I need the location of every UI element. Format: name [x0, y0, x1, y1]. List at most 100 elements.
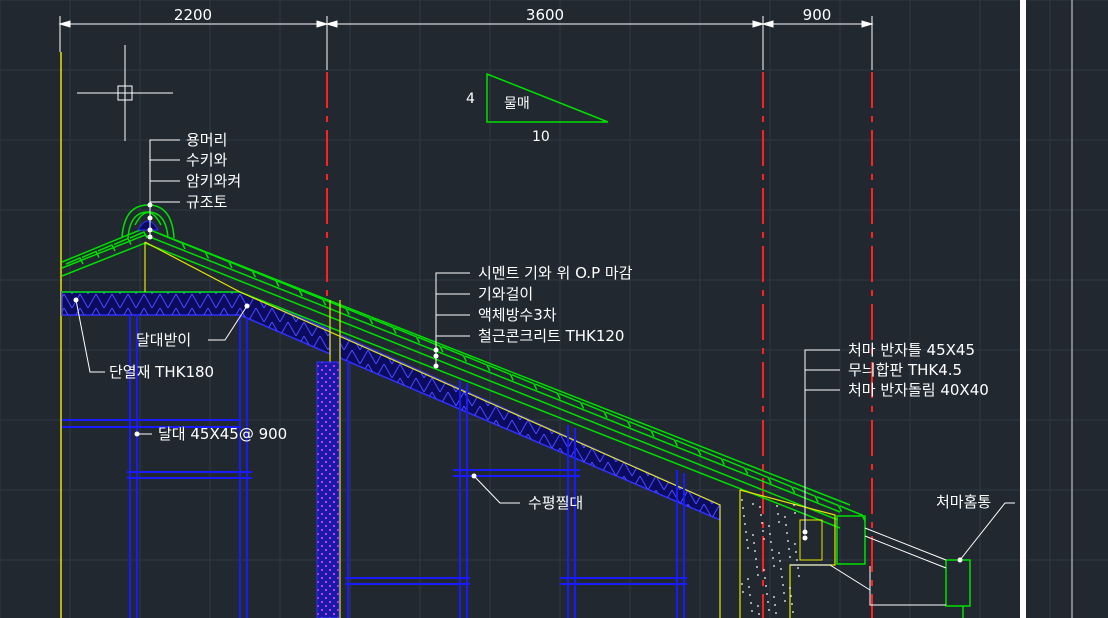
label-ridge-1: 수키와 — [186, 151, 228, 169]
speckle — [766, 593, 768, 595]
center-lines — [326, 72, 873, 618]
speckle — [778, 521, 780, 523]
speckle — [759, 506, 761, 508]
speckle — [796, 559, 798, 561]
speckle — [774, 604, 776, 606]
speckle — [743, 515, 745, 517]
speckle — [765, 585, 767, 587]
speckle — [749, 594, 751, 596]
speckle — [752, 503, 754, 505]
speckle — [763, 538, 765, 540]
label-ceiling-joist: 달대 45X45@ 900 — [158, 425, 287, 443]
speckle — [783, 592, 785, 594]
speckle — [744, 523, 746, 525]
speckle — [745, 531, 747, 533]
speckle — [773, 565, 775, 567]
speckle — [795, 551, 797, 553]
label-insulation: 단열재 THK180 — [109, 363, 214, 381]
label-roof-3: 철근콘크리트 THK120 — [478, 327, 624, 345]
speckle — [779, 560, 781, 562]
speckle — [754, 550, 756, 552]
slope-label: 물매 — [504, 96, 530, 112]
speckle — [785, 524, 787, 526]
ucs-cursor-icon — [77, 45, 173, 141]
frame-border — [1020, 0, 1026, 618]
column-hatch — [316, 361, 340, 618]
speckle — [753, 542, 755, 544]
label-ceiling-joist-hanger: 달대받이 — [136, 331, 191, 349]
speckle — [768, 609, 770, 611]
speckle — [742, 507, 744, 509]
speckle — [764, 577, 766, 579]
speckle — [798, 575, 800, 577]
speckle — [794, 512, 796, 514]
speckle — [784, 516, 786, 518]
speckle — [768, 525, 770, 527]
speckle — [794, 543, 796, 545]
speckle — [789, 556, 791, 558]
speckle — [790, 595, 792, 597]
label-ridge-2: 암키와켜 — [186, 172, 241, 190]
speckle — [767, 601, 769, 603]
speckle — [757, 605, 759, 607]
speckle — [797, 567, 799, 569]
label-eave-1: 무늬합판 THK4.5 — [848, 361, 962, 379]
speckle — [747, 578, 749, 580]
label-gutter: 처마홈통 — [936, 493, 991, 511]
dimension-lines — [58, 16, 874, 70]
label-horizontal-member: 수평찔대 — [528, 494, 583, 512]
label-ridge-3: 규조토 — [186, 193, 228, 211]
speckle — [752, 534, 754, 536]
speckle — [776, 505, 778, 507]
slope-run: 10 — [532, 129, 550, 145]
speckle — [778, 552, 780, 554]
speckle — [782, 584, 784, 586]
speckle — [751, 610, 753, 612]
speckle — [762, 530, 764, 532]
speckle — [787, 540, 789, 542]
label-roof-0: 시멘트 기와 위 O.P 마감 — [478, 264, 633, 282]
speckle — [773, 596, 775, 598]
label-roof-2: 액체방수3차 — [478, 306, 557, 324]
speckle — [791, 603, 793, 605]
speckle — [741, 499, 743, 501]
speckle — [770, 541, 772, 543]
speckle — [792, 611, 794, 613]
speckle — [788, 548, 790, 550]
speckle — [763, 569, 765, 571]
speckle — [755, 558, 757, 560]
speckle — [771, 549, 773, 551]
speckle — [789, 587, 791, 589]
speckle — [758, 613, 760, 615]
dimension-900: 900 — [803, 6, 832, 24]
slope-rise: 4 — [466, 91, 475, 107]
speckle — [780, 568, 782, 570]
speckle — [756, 566, 758, 568]
speckle — [748, 586, 750, 588]
speckle — [793, 504, 795, 506]
speckle — [757, 574, 759, 576]
speckle — [775, 612, 777, 614]
speckle — [760, 514, 762, 516]
speckle — [784, 600, 786, 602]
speckle — [781, 576, 783, 578]
label-ridge-0: 용머리 — [186, 131, 227, 149]
speckle — [742, 591, 744, 593]
speckle — [746, 539, 748, 541]
speckle — [772, 557, 774, 559]
label-eave-2: 처마 반자돌림 40X40 — [848, 381, 989, 399]
label-roof-1: 기와걸이 — [478, 285, 533, 303]
label-eave-0: 처마 반자틀 45X45 — [848, 341, 975, 359]
speckle — [777, 513, 779, 515]
speckle — [761, 522, 763, 524]
tile-mark — [839, 505, 866, 522]
cad-drawing: 2200 3600 900 4 물매 10 용머리 수키와 암키와켜 규조토 시… — [0, 0, 1108, 618]
speckle — [741, 583, 743, 585]
eave-detail — [790, 515, 971, 618]
speckle — [750, 602, 752, 604]
speckle — [786, 532, 788, 534]
dimension-2200: 2200 — [174, 6, 212, 24]
dimension-3600: 3600 — [526, 6, 564, 24]
speckle — [769, 533, 771, 535]
speckle — [747, 547, 749, 549]
